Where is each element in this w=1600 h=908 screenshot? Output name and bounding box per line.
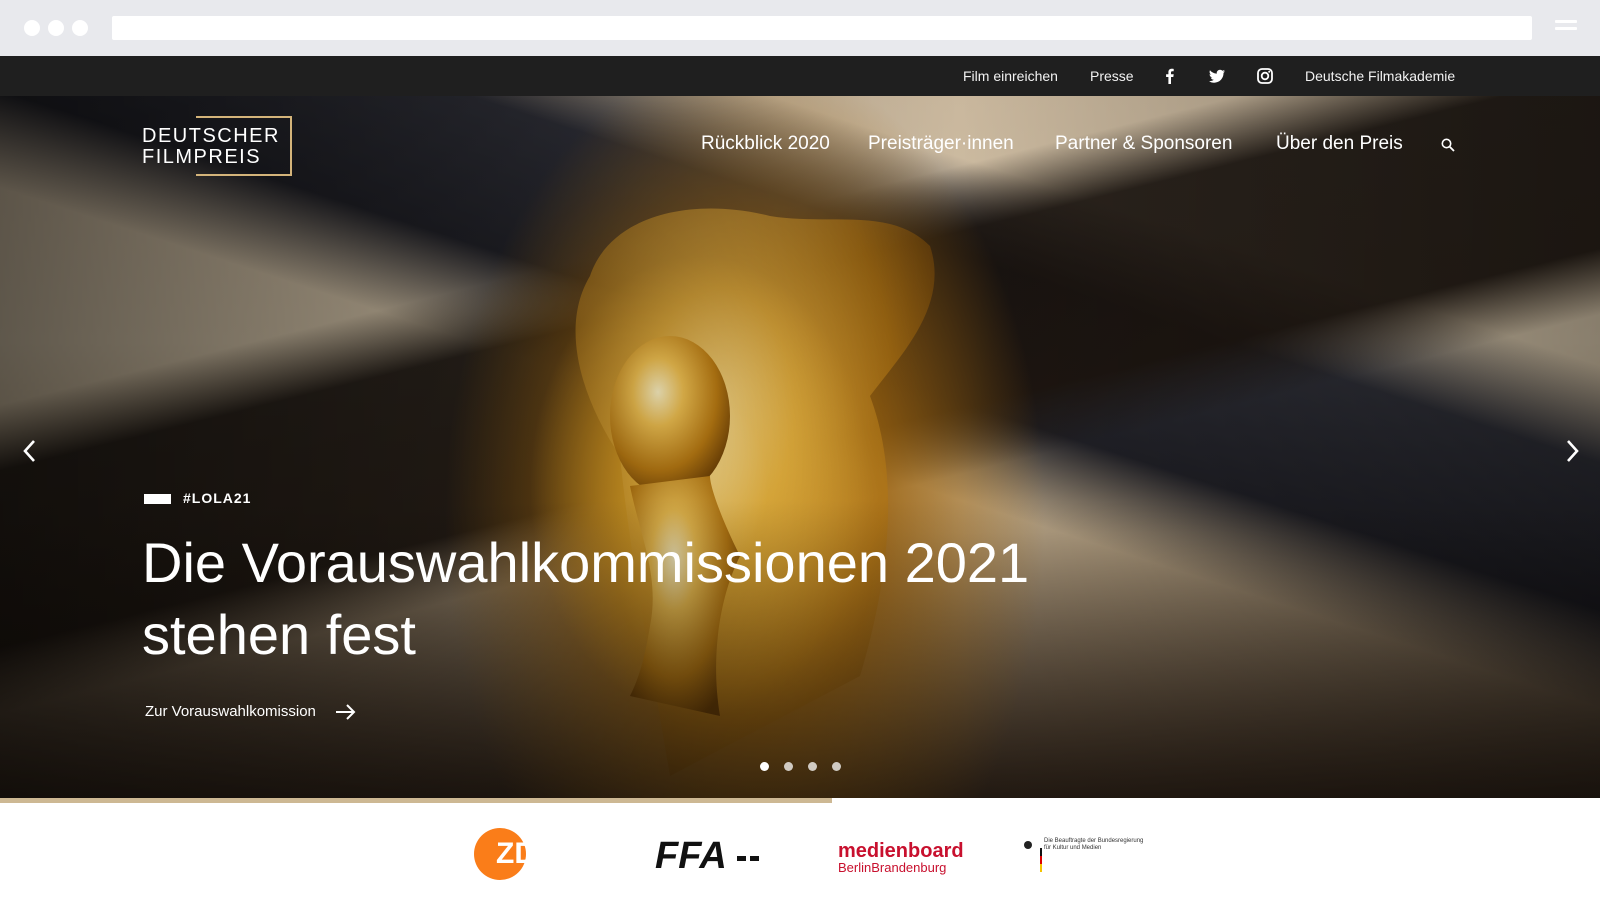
slider-dot[interactable] [832, 762, 841, 771]
window-dot[interactable] [24, 20, 40, 36]
slider-dot[interactable] [784, 762, 793, 771]
arrow-right-icon[interactable] [335, 703, 357, 721]
slider-dot[interactable] [808, 762, 817, 771]
hero-slider [0, 96, 1600, 800]
presse-link[interactable]: Presse [1090, 68, 1134, 84]
next-slide-arrow-icon[interactable] [1562, 438, 1582, 464]
twitter-icon[interactable] [1208, 67, 1226, 85]
film-einreichen-link[interactable]: Film einreichen [963, 68, 1058, 84]
ffa-logo-text: FFA [655, 836, 727, 874]
hero-headline: Die Vorauswahlkommissionen 2021 stehen f… [142, 527, 1042, 671]
deutscher-filmpreis-logo[interactable]: DEUTSCHER FILMPREIS [142, 116, 294, 176]
address-bar[interactable] [112, 16, 1532, 40]
filmakademie-link[interactable]: Deutsche Filmakademie [1305, 68, 1455, 84]
zdf-logo[interactable]: ZDF [474, 826, 574, 882]
browser-menu-icon[interactable] [1555, 20, 1577, 34]
instagram-icon[interactable] [1256, 67, 1274, 85]
logo-line-1: DEUTSCHER [142, 125, 280, 147]
nav-item-ueber[interactable]: Über den Preis [1276, 133, 1403, 155]
search-icon[interactable] [1441, 138, 1455, 152]
ffa-logo[interactable]: FFA [655, 836, 763, 874]
nav-item-preistraeger[interactable]: Preisträger·innen [868, 133, 1014, 155]
logo-line-2: FILMPREIS [142, 146, 262, 168]
facebook-icon[interactable] [1161, 67, 1179, 85]
previous-slide-arrow-icon[interactable] [20, 438, 40, 464]
headline-line-1: Die Vorauswahlkommissionen 2021 [142, 531, 1030, 594]
medienboard-logo-line-2[interactable]: BerlinBrandenburg [838, 860, 946, 875]
tag-text[interactable]: #LOLA21 [183, 490, 251, 506]
nav-item-rueckblick[interactable]: Rückblick 2020 [701, 133, 830, 155]
nav-item-partner[interactable]: Partner & Sponsoren [1055, 133, 1232, 155]
browser-chrome [0, 0, 1600, 56]
headline-line-2: stehen fest [142, 603, 416, 666]
window-dot[interactable] [72, 20, 88, 36]
sponsor-strip [0, 803, 1600, 908]
tag-bar [144, 494, 171, 504]
bkm-logo-text: Die Beauftragte der Bundesregierung für … [1044, 838, 1144, 851]
zdf-logo-text: ZDF [496, 837, 554, 870]
hero-cta-link[interactable]: Zur Vorauswahlkomission [145, 703, 316, 720]
top-utility-bar: Film einreichen Presse Deutsche Filmakad… [0, 56, 1600, 96]
window-dot[interactable] [48, 20, 64, 36]
slider-dot[interactable] [760, 762, 769, 771]
